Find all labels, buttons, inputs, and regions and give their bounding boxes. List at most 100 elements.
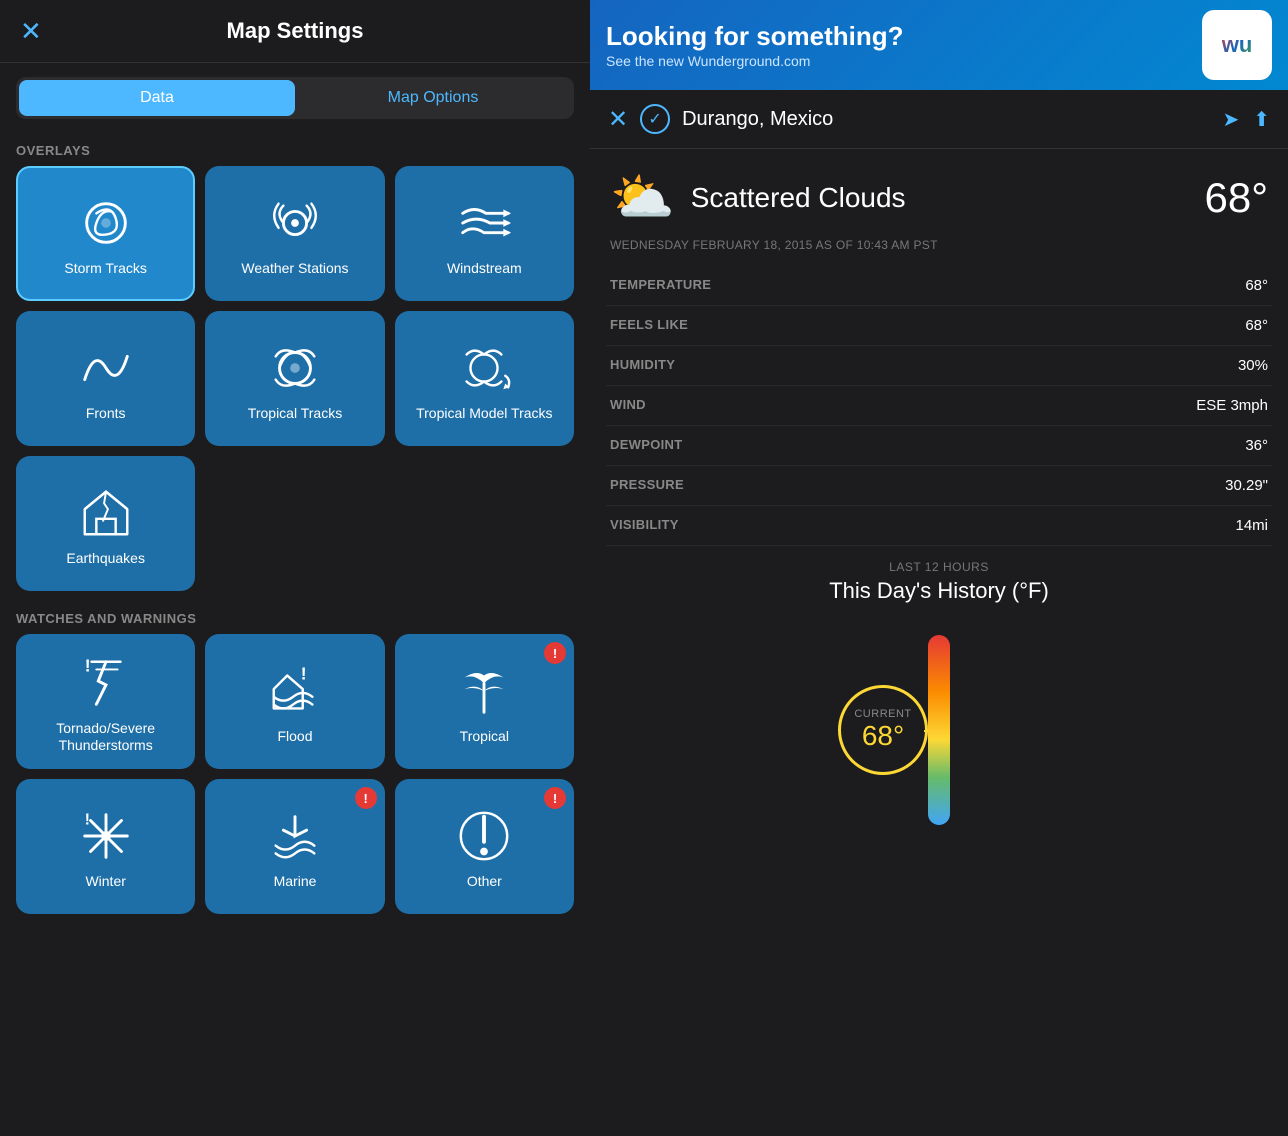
stat-temperature: TEMPERATURE 68° bbox=[606, 266, 1272, 306]
weather-condition-text: Scattered Clouds bbox=[691, 182, 906, 214]
ad-title: Looking for something? bbox=[606, 21, 904, 52]
fronts-label: Fronts bbox=[86, 405, 126, 422]
storm-tracks-label: Storm Tracks bbox=[64, 260, 146, 277]
history-title: This Day's History (°F) bbox=[610, 578, 1268, 604]
tropical-tracks-label: Tropical Tracks bbox=[248, 405, 342, 422]
wu-logo-text: wu bbox=[1222, 32, 1253, 58]
stat-dewpoint: DEWPOINT 36° bbox=[606, 426, 1272, 466]
stat-visibility-label: VISIBILITY bbox=[610, 517, 679, 534]
other-badge: ! bbox=[544, 787, 566, 809]
tropical-model-tracks-label: Tropical Model Tracks bbox=[416, 405, 552, 422]
overlay-tropical-tracks[interactable]: Tropical Tracks bbox=[205, 311, 384, 446]
location-check-icon: ✓ bbox=[640, 104, 670, 134]
weather-stations-label: Weather Stations bbox=[241, 260, 348, 277]
header: ✕ Map Settings bbox=[0, 0, 590, 63]
stat-wind-value: ESE 3mph bbox=[1196, 397, 1268, 414]
stat-visibility-value: 14mi bbox=[1235, 517, 1268, 534]
current-temp-indicator: CURRENT 68° bbox=[838, 685, 928, 775]
stat-dewpoint-label: DEWPOINT bbox=[610, 437, 682, 454]
overlay-earthquakes[interactable]: Earthquakes bbox=[16, 456, 195, 591]
earthquakes-label: Earthquakes bbox=[66, 550, 145, 567]
stat-wind-label: WIND bbox=[610, 397, 646, 414]
stat-feels-like-label: FEELS LIKE bbox=[610, 317, 688, 334]
stat-pressure-value: 30.29" bbox=[1225, 477, 1268, 494]
tornado-label: Tornado/Severe Thunderstorms bbox=[24, 720, 187, 754]
weather-date: WEDNESDAY FEBRUARY 18, 2015 AS OF 10:43 … bbox=[590, 238, 1288, 266]
current-temp-circle: CURRENT 68° bbox=[838, 685, 928, 775]
tropical-watch-label: Tropical bbox=[460, 728, 509, 745]
watch-winter[interactable]: ! Winter bbox=[16, 779, 195, 914]
left-panel: ✕ Map Settings Data Map Options OVERLAYS… bbox=[0, 0, 590, 1136]
overlay-storm-tracks[interactable]: Storm Tracks bbox=[16, 166, 195, 301]
stat-temperature-value: 68° bbox=[1245, 277, 1268, 294]
marine-label: Marine bbox=[274, 873, 317, 890]
thermometer-bar bbox=[928, 635, 950, 825]
location-close-button[interactable]: ✕ bbox=[608, 105, 628, 134]
svg-text:!: ! bbox=[84, 811, 89, 828]
overlays-grid: Storm Tracks Weather Stations bbox=[0, 166, 590, 601]
svg-text:!: ! bbox=[301, 663, 307, 683]
weather-main: ⛅ Scattered Clouds 68° bbox=[590, 149, 1288, 238]
overlay-tropical-model-tracks[interactable]: Tropical Model Tracks bbox=[395, 311, 574, 446]
location-actions: ➤ ⬆ bbox=[1222, 107, 1270, 132]
tornado-icon: ! bbox=[77, 654, 135, 712]
other-label: Other bbox=[467, 873, 502, 890]
overlay-weather-stations[interactable]: Weather Stations bbox=[205, 166, 384, 301]
fronts-icon bbox=[77, 339, 135, 397]
watch-flood[interactable]: ! Flood bbox=[205, 634, 384, 769]
stat-wind: WIND ESE 3mph bbox=[606, 386, 1272, 426]
stat-visibility: VISIBILITY 14mi bbox=[606, 506, 1272, 546]
overlay-windstream[interactable]: Windstream bbox=[395, 166, 574, 301]
weather-stats: TEMPERATURE 68° FEELS LIKE 68° HUMIDITY … bbox=[590, 266, 1288, 546]
history-sublabel: LAST 12 HOURS bbox=[610, 560, 1268, 574]
flood-label: Flood bbox=[277, 728, 312, 745]
ad-subtitle: See the new Wunderground.com bbox=[606, 53, 904, 69]
watches-section-label: WATCHES AND WARNINGS bbox=[0, 601, 590, 634]
tab-map-options[interactable]: Map Options bbox=[295, 80, 571, 116]
temperature-chart: CURRENT 68° bbox=[610, 620, 1268, 840]
tropical-badge: ! bbox=[544, 642, 566, 664]
weather-stations-icon bbox=[266, 194, 324, 252]
history-section: LAST 12 HOURS This Day's History (°F) CU… bbox=[590, 546, 1288, 840]
stat-dewpoint-value: 36° bbox=[1245, 437, 1268, 454]
stat-feels-like: FEELS LIKE 68° bbox=[606, 306, 1272, 346]
tropical-watch-icon bbox=[455, 662, 513, 720]
ad-banner[interactable]: Looking for something? See the new Wunde… bbox=[590, 0, 1288, 90]
wu-logo: wu bbox=[1202, 10, 1272, 80]
close-button[interactable]: ✕ bbox=[20, 18, 42, 44]
overlays-section-label: OVERLAYS bbox=[0, 133, 590, 166]
tab-data[interactable]: Data bbox=[19, 80, 295, 116]
location-name: Durango, Mexico bbox=[682, 108, 1210, 131]
current-label: CURRENT bbox=[854, 708, 911, 720]
stat-humidity: HUMIDITY 30% bbox=[606, 346, 1272, 386]
watch-tropical[interactable]: ! Tropical bbox=[395, 634, 574, 769]
location-navigate-button[interactable]: ➤ bbox=[1222, 107, 1239, 132]
marine-badge: ! bbox=[355, 787, 377, 809]
tab-bar: Data Map Options bbox=[16, 77, 574, 119]
watch-tornado[interactable]: ! Tornado/Severe Thunderstorms bbox=[16, 634, 195, 769]
windstream-label: Windstream bbox=[447, 260, 522, 277]
stat-humidity-value: 30% bbox=[1238, 357, 1268, 374]
flood-icon: ! bbox=[266, 662, 324, 720]
stat-pressure: PRESSURE 30.29" bbox=[606, 466, 1272, 506]
marine-icon bbox=[266, 807, 324, 865]
overlay-fronts[interactable]: Fronts bbox=[16, 311, 195, 446]
stat-feels-like-value: 68° bbox=[1245, 317, 1268, 334]
winter-icon: ! bbox=[77, 807, 135, 865]
winter-label: Winter bbox=[85, 873, 125, 890]
stat-humidity-label: HUMIDITY bbox=[610, 357, 675, 374]
tropical-tracks-icon bbox=[266, 339, 324, 397]
right-panel: Looking for something? See the new Wunde… bbox=[590, 0, 1288, 1136]
weather-temperature: 68° bbox=[1204, 174, 1268, 222]
location-bar: ✕ ✓ Durango, Mexico ➤ ⬆ bbox=[590, 90, 1288, 149]
ad-text: Looking for something? See the new Wunde… bbox=[606, 21, 904, 68]
watches-grid: ! Tornado/Severe Thunderstorms ! Flood ! bbox=[0, 634, 590, 924]
location-share-button[interactable]: ⬆ bbox=[1253, 107, 1270, 132]
stat-pressure-label: PRESSURE bbox=[610, 477, 684, 494]
watch-marine[interactable]: ! Marine bbox=[205, 779, 384, 914]
watch-other[interactable]: ! Other bbox=[395, 779, 574, 914]
tropical-model-tracks-icon bbox=[455, 339, 513, 397]
page-title: Map Settings bbox=[227, 18, 364, 44]
other-watch-icon bbox=[455, 807, 513, 865]
weather-condition-icon: ⛅ bbox=[610, 167, 675, 228]
